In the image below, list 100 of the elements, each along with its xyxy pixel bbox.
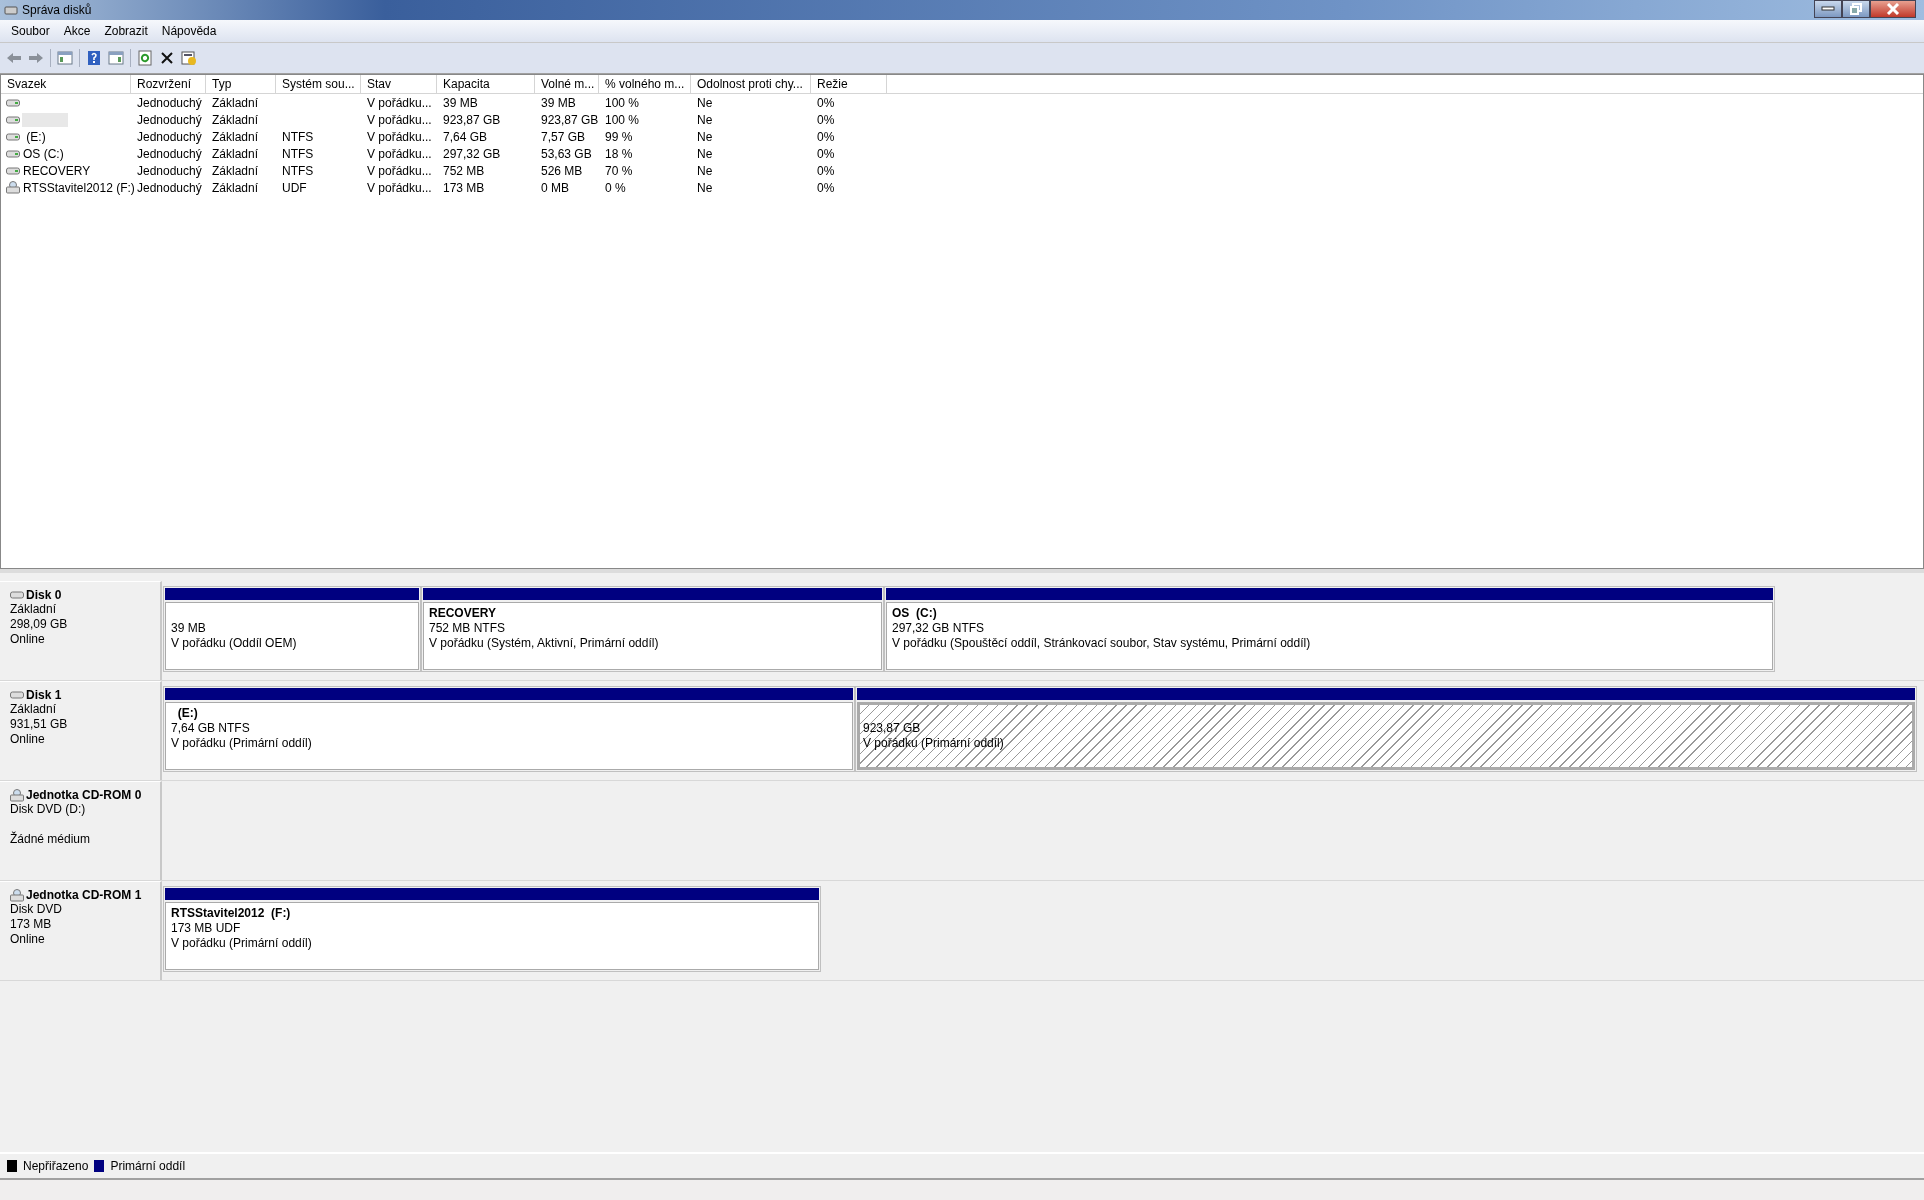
partition-size: 39 MB	[171, 621, 206, 635]
disk-info: Základní	[10, 702, 57, 716]
column-header[interactable]: % volného m...	[599, 75, 691, 93]
table-cell: V pořádku...	[367, 163, 432, 178]
disk-drive-icon	[4, 4, 18, 16]
disk-info: 298,09 GB	[10, 617, 68, 631]
cd-drive-icon	[6, 181, 20, 194]
maximize-button[interactable]	[1842, 0, 1870, 18]
column-header[interactable]: Volné m...	[535, 75, 599, 93]
table-cell: Základní	[212, 163, 259, 178]
table-cell: Jednoduchý	[137, 180, 202, 195]
partition-status: V pořádku (Systém, Aktivní, Primární oddíl)	[429, 636, 659, 650]
close-icon	[1886, 3, 1900, 15]
table-cell: Základní	[212, 129, 259, 144]
table-cell: 0 MB	[541, 180, 569, 195]
partition-size: 297,32 GB NTFS	[892, 621, 985, 635]
partition-size: 923,87 GB	[863, 721, 921, 735]
table-cell: 18 %	[605, 146, 633, 161]
table-cell: 100 %	[605, 112, 640, 127]
drive-icon	[10, 691, 24, 699]
partition-name: RECOVERY	[429, 606, 496, 620]
table-cell: V pořádku...	[367, 112, 432, 127]
legend-label: Nepřiřazeno	[23, 1159, 89, 1173]
help-icon[interactable]	[86, 50, 102, 66]
partition-size: 173 MB UDF	[171, 921, 241, 935]
table-cell: NTFS	[282, 146, 314, 161]
partition-name: OS (C:)	[892, 606, 937, 620]
disk-name: Jednotka CD-ROM 0	[26, 788, 142, 802]
disk-info: Disk DVD	[10, 902, 62, 916]
delete-icon[interactable]	[159, 50, 175, 66]
table-cell: 99 %	[605, 129, 633, 144]
partition-block[interactable]: 923,87 GB V pořádku (Primární oddíl)	[857, 702, 1915, 770]
column-header[interactable]: Svazek	[1, 75, 131, 93]
column-header[interactable]: Rozvržení	[131, 75, 206, 93]
partition-block[interactable]: (E:) 7,64 GB NTFS V pořádku (Primární oddíl)	[165, 702, 853, 770]
disk-info: Online	[10, 932, 45, 946]
menu-item[interactable]: Zobrazit	[97, 22, 155, 40]
partition-block[interactable]: RTSStavitel2012 (F:) 173 MB UDF V pořádku (Primární oddíl)	[165, 902, 819, 970]
minimize-button[interactable]	[1814, 0, 1842, 18]
table-cell: 752 MB	[443, 163, 485, 178]
drive-icon	[6, 98, 20, 107]
table-cell: 923,87 GB	[443, 112, 501, 127]
partition-block[interactable]: OS (C:) 297,32 GB NTFS V pořádku (Spouštěcí oddíl, Stránkovací soubor, Stav systému, Primární oddíl)	[886, 602, 1773, 670]
partition-status: V pořádku (Primární oddíl)	[171, 736, 312, 750]
table-cell: 526 MB	[541, 163, 583, 178]
drive-icon	[10, 591, 24, 599]
console-tree-icon[interactable]	[57, 50, 73, 66]
table-cell: Jednoduchý	[137, 112, 202, 127]
partition-name: RTSStavitel2012 (F:)	[171, 906, 291, 920]
volume-name[interactable]: OS (C:)	[22, 146, 65, 161]
menu-item[interactable]: Akce	[56, 22, 98, 40]
table-cell: Základní	[212, 146, 259, 161]
table-cell: V pořádku...	[367, 146, 432, 161]
disk-info: Žádné médium	[10, 832, 91, 846]
table-cell: NTFS	[282, 163, 314, 178]
table-cell: Ne	[697, 146, 713, 161]
drive-icon	[6, 149, 20, 158]
table-cell: Ne	[697, 129, 713, 144]
volume-name[interactable]: RTSStavitel2012 (F:)	[22, 180, 136, 195]
refresh-icon[interactable]	[137, 50, 153, 66]
disk-label-panel[interactable]: Jednotka CD-ROM 1 Disk DVD 173 MB Online	[0, 881, 162, 980]
table-cell: 0%	[817, 112, 835, 127]
column-header[interactable]: Stav	[361, 75, 437, 93]
action-pane-icon[interactable]	[108, 50, 124, 66]
partition-block[interactable]: RECOVERY 752 MB NTFS V pořádku (Systém, Aktivní, Primární oddíl)	[423, 602, 882, 670]
table-cell: Jednoduchý	[137, 146, 202, 161]
disk-info: Disk DVD (D:)	[10, 802, 86, 816]
column-header[interactable]: Režie	[811, 75, 887, 93]
table-cell: Jednoduchý	[137, 163, 202, 178]
properties-icon[interactable]	[181, 50, 197, 66]
disk-label-panel[interactable]: Disk 0 Základní 298,09 GB Online	[0, 581, 162, 680]
disk-info: 173 MB	[10, 917, 52, 931]
table-cell: V pořádku...	[367, 180, 432, 195]
table-cell: Jednoduchý	[137, 129, 202, 144]
disk-info: 931,51 GB	[10, 717, 68, 731]
table-cell: 0%	[817, 163, 835, 178]
menu-item[interactable]: Nápověda	[154, 22, 224, 40]
partition-status: V pořádku (Primární oddíl)	[863, 736, 1004, 750]
volume-name[interactable]: (E:)	[22, 129, 64, 144]
table-cell: 70 %	[605, 163, 633, 178]
disk-name: Disk 0	[26, 588, 62, 602]
column-header[interactable]: Kapacita	[437, 75, 535, 93]
close-button[interactable]	[1870, 0, 1916, 18]
table-cell: Základní	[212, 112, 259, 127]
disk-label-panel[interactable]: Jednotka CD-ROM 0 Disk DVD (D:) Žádné médium	[0, 781, 162, 880]
table-cell: V pořádku...	[367, 95, 432, 110]
column-header[interactable]: Odolnost proti chy...	[691, 75, 811, 93]
column-header[interactable]: Systém sou...	[276, 75, 361, 93]
menu-item[interactable]: Soubor	[4, 22, 57, 40]
table-cell: Ne	[697, 112, 713, 127]
column-header[interactable]: Typ	[206, 75, 276, 93]
drive-icon	[6, 115, 20, 124]
table-cell: 7,57 GB	[541, 129, 586, 144]
table-cell: 0%	[817, 180, 835, 195]
table-cell: 923,87 GB	[541, 112, 599, 127]
partition-status: V pořádku (Primární oddíl)	[171, 936, 312, 950]
disk-label-panel[interactable]: Disk 1 Základní 931,51 GB Online	[0, 681, 162, 780]
partition-block[interactable]: 39 MB V pořádku (Oddíl OEM)	[165, 602, 419, 670]
volume-name[interactable]: RECOVERY	[22, 163, 92, 178]
disk-info: Online	[10, 732, 45, 746]
